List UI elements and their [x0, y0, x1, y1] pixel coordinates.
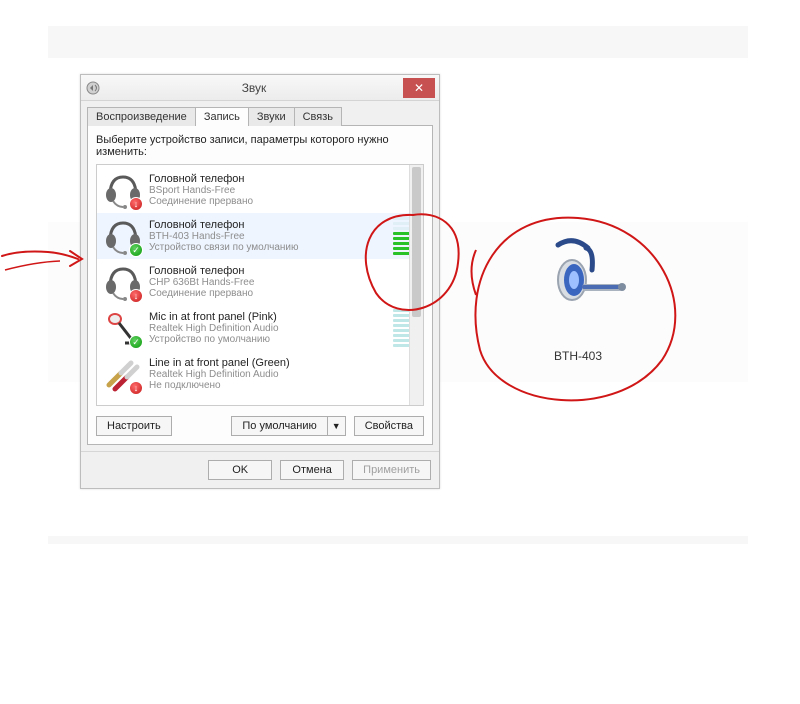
bluetooth-headset-image: BTH-403: [478, 230, 678, 363]
check-icon: ✓: [129, 243, 143, 257]
tab-0[interactable]: Воспроизведение: [87, 107, 196, 126]
check-icon: ✓: [129, 335, 143, 349]
device-sub: Realtek High Definition Audio: [149, 369, 417, 380]
plug-icon: ↓: [103, 355, 141, 393]
tab-1[interactable]: Запись: [195, 107, 249, 126]
device-status: Устройство связи по умолчанию: [149, 242, 385, 253]
device-sub: BSport Hands-Free: [149, 185, 417, 196]
ok-button[interactable]: OK: [208, 460, 272, 480]
background-band-top: [48, 26, 748, 58]
tab-3[interactable]: Связь: [294, 107, 342, 126]
set-default-split-button[interactable]: По умолчанию ▼: [231, 416, 345, 436]
mic-icon: ✓: [103, 309, 141, 347]
device-sub: BTH-403 Hands-Free: [149, 231, 385, 242]
title-bar[interactable]: Звук ✕: [81, 75, 439, 101]
bluetooth-device-label: BTH-403: [478, 349, 678, 363]
device-title: Головной телефон: [149, 265, 417, 277]
device-status: Соединение прервано: [149, 196, 417, 207]
set-default-dropdown[interactable]: ▼: [327, 416, 346, 436]
background-band-low: [48, 536, 748, 544]
headset-icon: ↓: [103, 263, 141, 301]
device-text: Mic in at front panel (Pink)Realtek High…: [149, 311, 385, 345]
tab-strip: ВоспроизведениеЗаписьЗвукиСвязь: [87, 107, 433, 126]
device-text: Line in at front panel (Green)Realtek Hi…: [149, 357, 417, 391]
device-row[interactable]: ↓ Line in at front panel (Green)Realtek H…: [97, 351, 423, 397]
device-list[interactable]: ↓Головной телефонBSport Hands-FreeСоедин…: [96, 164, 424, 406]
device-status: Устройство по умолчанию: [149, 334, 385, 345]
scrollbar[interactable]: [409, 165, 423, 405]
device-text: Головной телефонBSport Hands-FreeСоедине…: [149, 173, 417, 207]
down-icon: ↓: [129, 289, 143, 303]
down-icon: ↓: [129, 197, 143, 211]
app-icon: [85, 80, 101, 96]
headset-icon: ↓: [103, 171, 141, 209]
set-default-button-main[interactable]: По умолчанию: [231, 416, 326, 436]
tab-2[interactable]: Звуки: [248, 107, 295, 126]
scrollbar-thumb[interactable]: [412, 167, 421, 317]
device-status: Не подключено: [149, 380, 417, 391]
properties-button[interactable]: Свойства: [354, 416, 424, 436]
configure-button[interactable]: Настроить: [96, 416, 172, 436]
cancel-button[interactable]: Отмена: [280, 460, 344, 480]
panel-button-row: Настроить По умолчанию ▼ Свойства: [96, 416, 424, 436]
device-row[interactable]: ✓ Головной телефонBTH-403 Hands-FreeУстро…: [97, 213, 423, 259]
device-text: Головной телефонBTH-403 Hands-FreeУстрой…: [149, 219, 385, 253]
device-status: Соединение прервано: [149, 288, 417, 299]
dialog-footer: OK Отмена Применить: [81, 451, 439, 488]
apply-button[interactable]: Применить: [352, 460, 431, 480]
device-title: Line in at front panel (Green): [149, 357, 417, 369]
device-title: Mic in at front panel (Pink): [149, 311, 385, 323]
device-row[interactable]: ↓ Головной телефонBSport Hands-FreeСоедин…: [97, 167, 423, 213]
close-button[interactable]: ✕: [403, 78, 435, 98]
device-title: Головной телефон: [149, 219, 385, 231]
instruction-text: Выберите устройство записи, параметры ко…: [96, 134, 424, 158]
device-text: Головной телефонCHP 636Bt Hands-FreeСоед…: [149, 265, 417, 299]
device-row[interactable]: ↓ Головной телефонCHP 636Bt Hands-FreeСое…: [97, 259, 423, 305]
dialog-title: Звук: [105, 81, 403, 95]
down-icon: ↓: [129, 381, 143, 395]
device-sub: Realtek High Definition Audio: [149, 323, 385, 334]
headset-icon: ✓: [103, 217, 141, 255]
device-row[interactable]: ✓ Mic in at front panel (Pink)Realtek Hig…: [97, 305, 423, 351]
tab-panel-recording: Выберите устройство записи, параметры ко…: [87, 125, 433, 445]
device-sub: CHP 636Bt Hands-Free: [149, 277, 417, 288]
device-title: Головной телефон: [149, 173, 417, 185]
sound-dialog: Звук ✕ ВоспроизведениеЗаписьЗвукиСвязь В…: [80, 74, 440, 489]
